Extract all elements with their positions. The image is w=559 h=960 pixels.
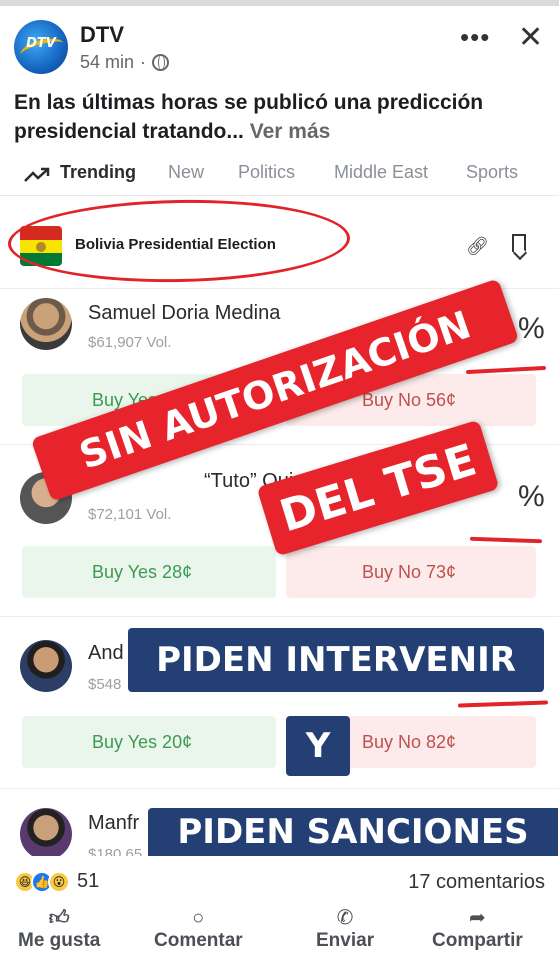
tab-politics[interactable]: Politics	[238, 162, 295, 183]
candidate-name: Manfr	[88, 812, 140, 834]
candidate-volume: $548	[88, 676, 122, 693]
buy-yes-button[interactable]: Buy Yes 20¢	[22, 716, 276, 768]
tab-sports[interactable]: Sports	[466, 162, 518, 183]
wow-reaction-icon: 😮	[48, 870, 70, 893]
candidate-volume: $61,907 Vol.	[88, 334, 172, 351]
candidate-photo	[20, 808, 72, 856]
page-avatar[interactable]: DTV	[14, 20, 68, 74]
candidate-volume: $72,101 Vol.	[88, 506, 172, 523]
comment-button[interactable]: ○ Comentar	[154, 906, 243, 952]
globe-icon	[152, 54, 170, 71]
thumbs-up-icon: 👍︎	[48, 907, 70, 929]
post-caption: En las últimas horas se publicó una pred…	[14, 88, 549, 146]
see-more-link[interactable]: Ver más	[250, 120, 331, 143]
divider	[0, 616, 559, 617]
send-label: Enviar	[316, 930, 375, 951]
whatsapp-icon: ✆	[336, 907, 354, 929]
red-scribble	[469, 536, 543, 544]
reaction-count: 51	[77, 870, 100, 892]
comment-count[interactable]: 17 comentarios	[408, 871, 545, 894]
like-label: Me gusta	[18, 930, 101, 951]
close-icon[interactable]: ✕	[518, 20, 543, 55]
market-tabs: Trending New Politics Middle East Sports	[0, 152, 559, 196]
candidate-name: And	[88, 642, 124, 664]
overlay-piden-intervenir: PIDEN INTERVENIR	[128, 628, 544, 692]
comment-label: Comentar	[154, 930, 243, 951]
post-meta: 54 min ·	[80, 52, 170, 73]
post-time[interactable]: 54 min	[80, 52, 134, 73]
buy-yes-button[interactable]: Buy Yes 28¢	[22, 546, 276, 598]
link-icon[interactable]: 🔗︎	[466, 236, 489, 257]
meta-separator: ·	[140, 52, 147, 72]
red-scribble	[457, 700, 549, 708]
candidate-photo	[20, 298, 72, 350]
post-actions: 👍︎ Me gusta ○ Comentar ✆ Enviar ➦ Compar…	[0, 906, 559, 960]
share-arrow-icon: ➦	[469, 907, 486, 929]
overlay-del-tse: DEL TSE	[256, 419, 500, 557]
page-name[interactable]: DTV	[80, 22, 124, 48]
comment-icon: ○	[192, 907, 205, 929]
send-button[interactable]: ✆ Enviar	[316, 906, 374, 952]
bookmark-icon[interactable]	[512, 234, 526, 252]
reactions-summary[interactable]: 😆 👍 😮 51	[14, 870, 99, 893]
overlay-y: Y	[286, 716, 350, 776]
overlay-piden-sanciones: PIDEN SANCIONES	[148, 808, 558, 856]
like-button[interactable]: 👍︎ Me gusta	[18, 906, 100, 952]
tab-new[interactable]: New	[168, 162, 204, 183]
divider	[0, 788, 559, 789]
candidate-name: Samuel Doria Medina	[88, 302, 281, 324]
buy-no-button[interactable]: Buy No 73¢	[286, 546, 536, 598]
tab-middle-east[interactable]: Middle East	[334, 162, 428, 183]
share-label: Compartir	[432, 930, 523, 951]
candidate-percent: %	[518, 480, 545, 513]
avatar-logo-text: DTV	[26, 36, 56, 51]
trending-icon	[24, 167, 50, 182]
candidate-photo	[20, 640, 72, 692]
more-options-icon[interactable]: •••	[460, 22, 490, 53]
top-divider	[0, 0, 559, 6]
share-button[interactable]: ➦ Compartir	[432, 906, 523, 952]
candidate-percent: %	[518, 312, 545, 345]
tab-trending[interactable]: Trending	[60, 162, 136, 183]
red-scribble	[465, 365, 547, 375]
post-image[interactable]: Trending New Politics Middle East Sports…	[0, 152, 559, 856]
caption-text: En las últimas horas se publicó una pred…	[14, 91, 484, 143]
candidate-volume: $180,65	[88, 846, 143, 856]
